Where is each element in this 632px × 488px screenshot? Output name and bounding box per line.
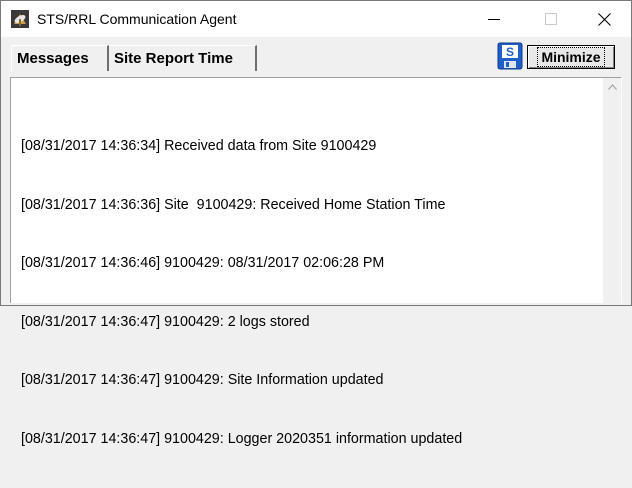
s-floppy-icon[interactable]: S [497, 42, 523, 70]
log-line: [08/31/2017 14:36:47] 9100429: Logger 20… [21, 430, 463, 447]
log-line: [08/31/2017 14:36:36] Site 9100429: Rece… [21, 196, 446, 213]
log-line: [08/31/2017 14:36:46] 9100429: 08/31/201… [21, 255, 385, 271]
log-line: [08/31/2017 14:36:47] 9100429: 2 logs st… [21, 313, 310, 330]
scroll-up-button[interactable] [603, 78, 621, 96]
message-log[interactable]: [08/31/2017 14:36:34] Received data from… [21, 98, 601, 488]
vertical-scrollbar[interactable] [603, 78, 621, 303]
window-close-button[interactable] [581, 1, 627, 37]
minimize-button[interactable]: Minimize [527, 45, 615, 69]
window-maximize-button[interactable] [528, 1, 574, 37]
log-line: [08/31/2017 14:36:34] Received data from… [21, 138, 377, 154]
messages-panel: [08/31/2017 14:36:34] Received data from… [10, 77, 622, 447]
maximize-icon [545, 13, 557, 25]
window-title: STS/RRL Communication Agent [37, 11, 237, 27]
minimize-button-label: Minimize [537, 47, 605, 67]
satellite-dish-icon [11, 10, 29, 28]
minimize-icon [488, 19, 500, 20]
window-minimize-button[interactable] [471, 1, 517, 37]
chevron-up-icon [607, 84, 617, 90]
svg-text:S: S [506, 45, 514, 59]
tab-bar: Messages Site Report Time S Minimize [1, 37, 631, 79]
app-window: STS/RRL Communication Agent Messages Sit… [0, 0, 632, 447]
title-bar[interactable]: STS/RRL Communication Agent [1, 1, 631, 37]
log-line: [08/31/2017 14:36:47] 9100429: Site Info… [21, 372, 384, 388]
tab-messages[interactable]: Messages [11, 45, 109, 71]
close-icon [597, 12, 611, 26]
tab-site-report-time[interactable]: Site Report Time [109, 45, 257, 71]
